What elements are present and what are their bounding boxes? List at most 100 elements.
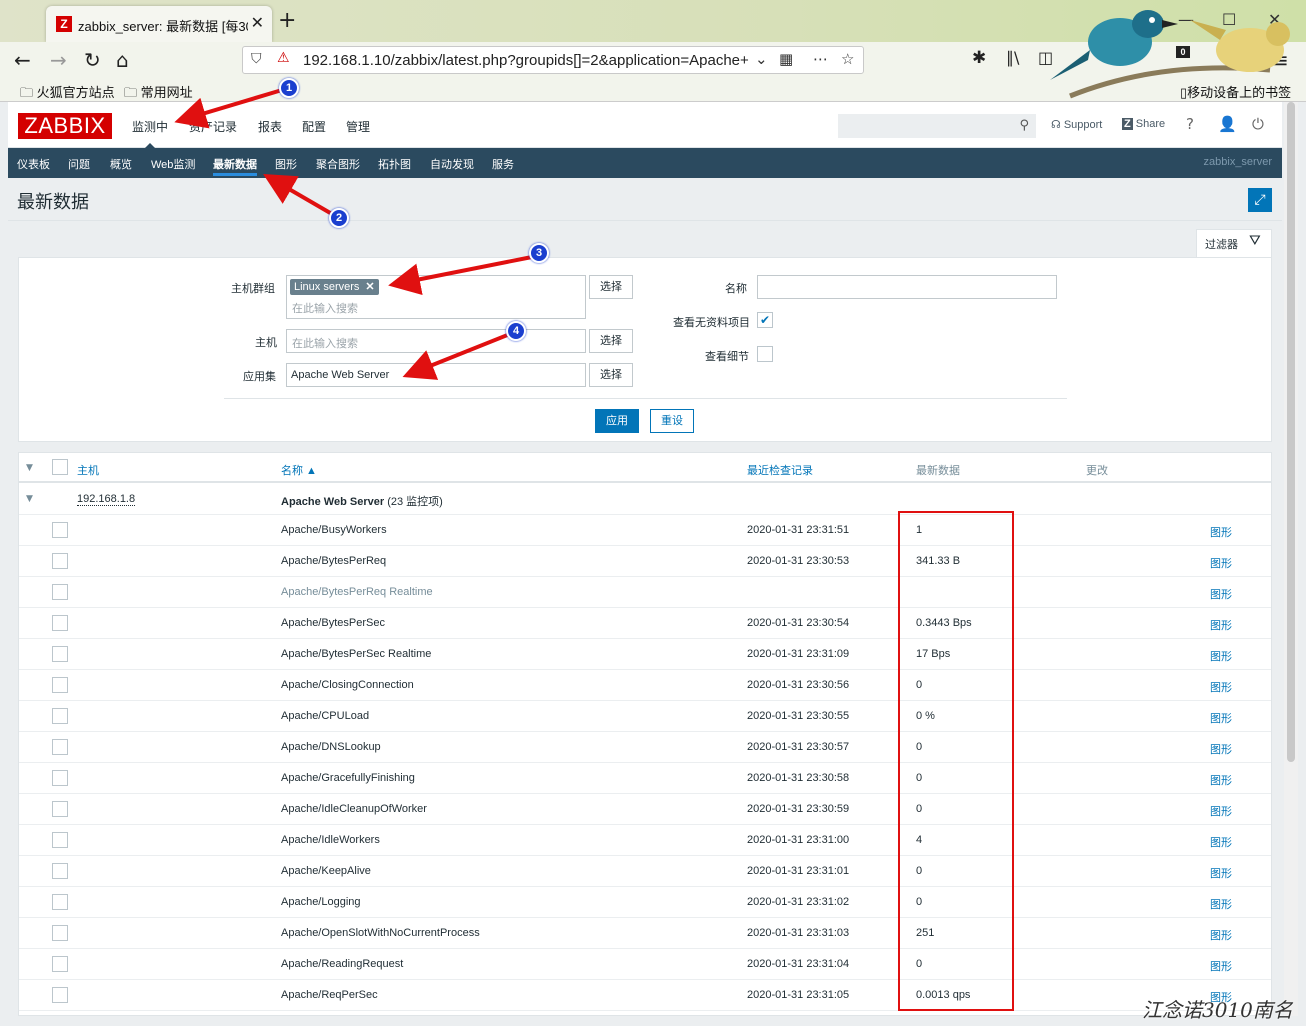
shield-icon[interactable]: ⛉	[251, 51, 262, 67]
forward-icon[interactable]: →	[50, 48, 67, 72]
header-last-check[interactable]: 最近检查记录	[747, 462, 813, 478]
graph-link[interactable]: 图形	[1210, 772, 1232, 788]
graph-link[interactable]: 图形	[1210, 648, 1232, 664]
library-icon[interactable]: ∥\	[1006, 48, 1019, 67]
graph-link[interactable]: 图形	[1210, 617, 1232, 633]
browser-tab[interactable]: Z zabbix_server: 最新数据 [每30 ✕	[46, 6, 272, 42]
graph-link[interactable]: 图形	[1210, 865, 1232, 881]
insecure-lock-icon[interactable]: ⚠	[277, 50, 290, 66]
show-details-checkbox[interactable]	[757, 346, 773, 362]
subnav-screens[interactable]: 聚合图形	[316, 156, 360, 172]
search-icon[interactable]: ⚲	[1019, 118, 1029, 133]
qr-code-icon[interactable]: ▦	[779, 50, 793, 68]
url-bar[interactable]: ⛉ ⚠ 192.168.1.10/zabbix/latest.php?group…	[242, 46, 864, 74]
row-checkbox[interactable]	[52, 708, 68, 724]
host-group-multiselect[interactable]: Linux servers ✕ 在此输入搜索	[286, 275, 586, 319]
row-checkbox[interactable]	[52, 863, 68, 879]
collapse-group-icon[interactable]: ▼	[26, 494, 33, 504]
zabbix-logo[interactable]: ZABBIX	[18, 113, 112, 139]
topmenu-administration[interactable]: 管理	[346, 118, 370, 135]
sign-out-icon[interactable]: ⏻	[1252, 115, 1264, 133]
row-checkbox[interactable]	[52, 956, 68, 972]
host-select-button[interactable]: 选择	[589, 329, 633, 353]
subnav-latest-data[interactable]: 最新数据	[213, 156, 257, 176]
graph-link[interactable]: 图形	[1210, 834, 1232, 850]
topmenu-inventory[interactable]: 资产记录	[189, 118, 237, 135]
graph-link[interactable]: 图形	[1210, 710, 1232, 726]
row-checkbox[interactable]	[52, 987, 68, 1003]
row-checkbox[interactable]	[52, 584, 68, 600]
subnav-dashboard[interactable]: 仪表板	[17, 156, 50, 172]
help-icon[interactable]: ?	[1186, 115, 1194, 133]
chevron-down-icon[interactable]: ⌄	[755, 50, 768, 68]
graph-link[interactable]: 图形	[1210, 896, 1232, 912]
table-row: Apache/BusyWorkers 2020-01-31 23:31:51 1 图形	[19, 515, 1271, 546]
reload-icon[interactable]: ↻	[84, 48, 101, 72]
item-name: Apache/KeepAlive	[281, 865, 371, 877]
graph-link[interactable]: 图形	[1210, 524, 1232, 540]
host-group-select-button[interactable]: 选择	[589, 275, 633, 299]
row-checkbox[interactable]	[52, 615, 68, 631]
apply-button[interactable]: 应用	[595, 409, 639, 433]
host-group-tag[interactable]: Linux servers ✕	[290, 279, 379, 295]
home-icon[interactable]: ⌂	[116, 48, 129, 72]
application-select-button[interactable]: 选择	[589, 363, 633, 387]
more-icon[interactable]: ⋯	[813, 50, 828, 68]
row-checkbox[interactable]	[52, 677, 68, 693]
header-name[interactable]: 名称 ▲	[281, 462, 317, 478]
graph-link[interactable]: 图形	[1210, 958, 1232, 974]
share-link[interactable]: Z Share	[1122, 118, 1165, 130]
row-checkbox[interactable]	[52, 832, 68, 848]
filter-panel: 主机群组 Linux servers ✕ 在此输入搜索 选择 主机 在此输入搜索 …	[18, 257, 1272, 442]
url-text[interactable]: 192.168.1.10/zabbix/latest.php?groupids[…	[303, 52, 753, 69]
graph-link[interactable]: 图形	[1210, 927, 1232, 943]
subnav-maps[interactable]: 拓扑图	[378, 156, 411, 172]
graph-link[interactable]: 图形	[1210, 803, 1232, 819]
host-multiselect[interactable]: 在此输入搜索	[286, 329, 586, 353]
reset-button[interactable]: 重设	[650, 409, 694, 433]
subnav-overview[interactable]: 概览	[110, 156, 132, 172]
row-checkbox[interactable]	[52, 801, 68, 817]
row-checkbox[interactable]	[52, 553, 68, 569]
subnav-web[interactable]: Web监测	[151, 156, 195, 172]
topmenu-configuration[interactable]: 配置	[302, 118, 326, 135]
show-no-data-checkbox[interactable]: ✔	[757, 312, 773, 328]
page-scrollbar[interactable]	[1284, 102, 1298, 1016]
extensions-icon[interactable]: ✱	[972, 48, 986, 68]
row-checkbox[interactable]	[52, 925, 68, 941]
global-search-input[interactable]: ⚲	[838, 114, 1036, 138]
topmenu-reports[interactable]: 报表	[258, 118, 282, 135]
row-checkbox[interactable]	[52, 894, 68, 910]
graph-link[interactable]: 图形	[1210, 679, 1232, 695]
subnav-problems[interactable]: 问题	[68, 156, 90, 172]
host-link[interactable]: 192.168.1.8	[77, 493, 136, 506]
new-tab-icon[interactable]: +	[278, 8, 296, 33]
back-icon[interactable]: ←	[14, 48, 31, 72]
graph-link[interactable]: 图形	[1210, 555, 1232, 571]
row-checkbox[interactable]	[52, 739, 68, 755]
scrollbar-thumb[interactable]	[1287, 102, 1295, 762]
tab-close-icon[interactable]: ✕	[251, 13, 264, 32]
application-input[interactable]: Apache Web Server	[286, 363, 586, 387]
select-all-checkbox[interactable]	[52, 459, 68, 475]
row-checkbox[interactable]	[52, 522, 68, 538]
graph-link[interactable]: 图形	[1210, 741, 1232, 757]
item-name: Apache/IdleCleanupOfWorker	[281, 803, 427, 815]
user-profile-icon[interactable]: 👤	[1218, 115, 1237, 133]
fullscreen-icon[interactable]: ⤢	[1248, 188, 1272, 212]
filter-tab[interactable]: 过滤器 ⛛	[1196, 229, 1272, 258]
name-input[interactable]	[757, 275, 1057, 299]
subnav-services[interactable]: 服务	[492, 156, 514, 172]
row-checkbox[interactable]	[52, 646, 68, 662]
support-link[interactable]: ☊ Support	[1051, 118, 1102, 131]
item-name: Apache/ReadingRequest	[281, 958, 404, 970]
collapse-all-icon[interactable]: ▼	[26, 463, 33, 473]
topmenu-monitoring[interactable]: 监测中	[132, 118, 168, 149]
graph-link[interactable]: 图形	[1210, 586, 1232, 602]
star-icon[interactable]: ☆	[841, 50, 854, 68]
remove-tag-icon[interactable]: ✕	[365, 281, 374, 293]
subnav-graphs[interactable]: 图形	[275, 156, 297, 172]
subnav-discovery[interactable]: 自动发现	[430, 156, 474, 172]
row-checkbox[interactable]	[52, 770, 68, 786]
header-host[interactable]: 主机	[77, 462, 99, 478]
